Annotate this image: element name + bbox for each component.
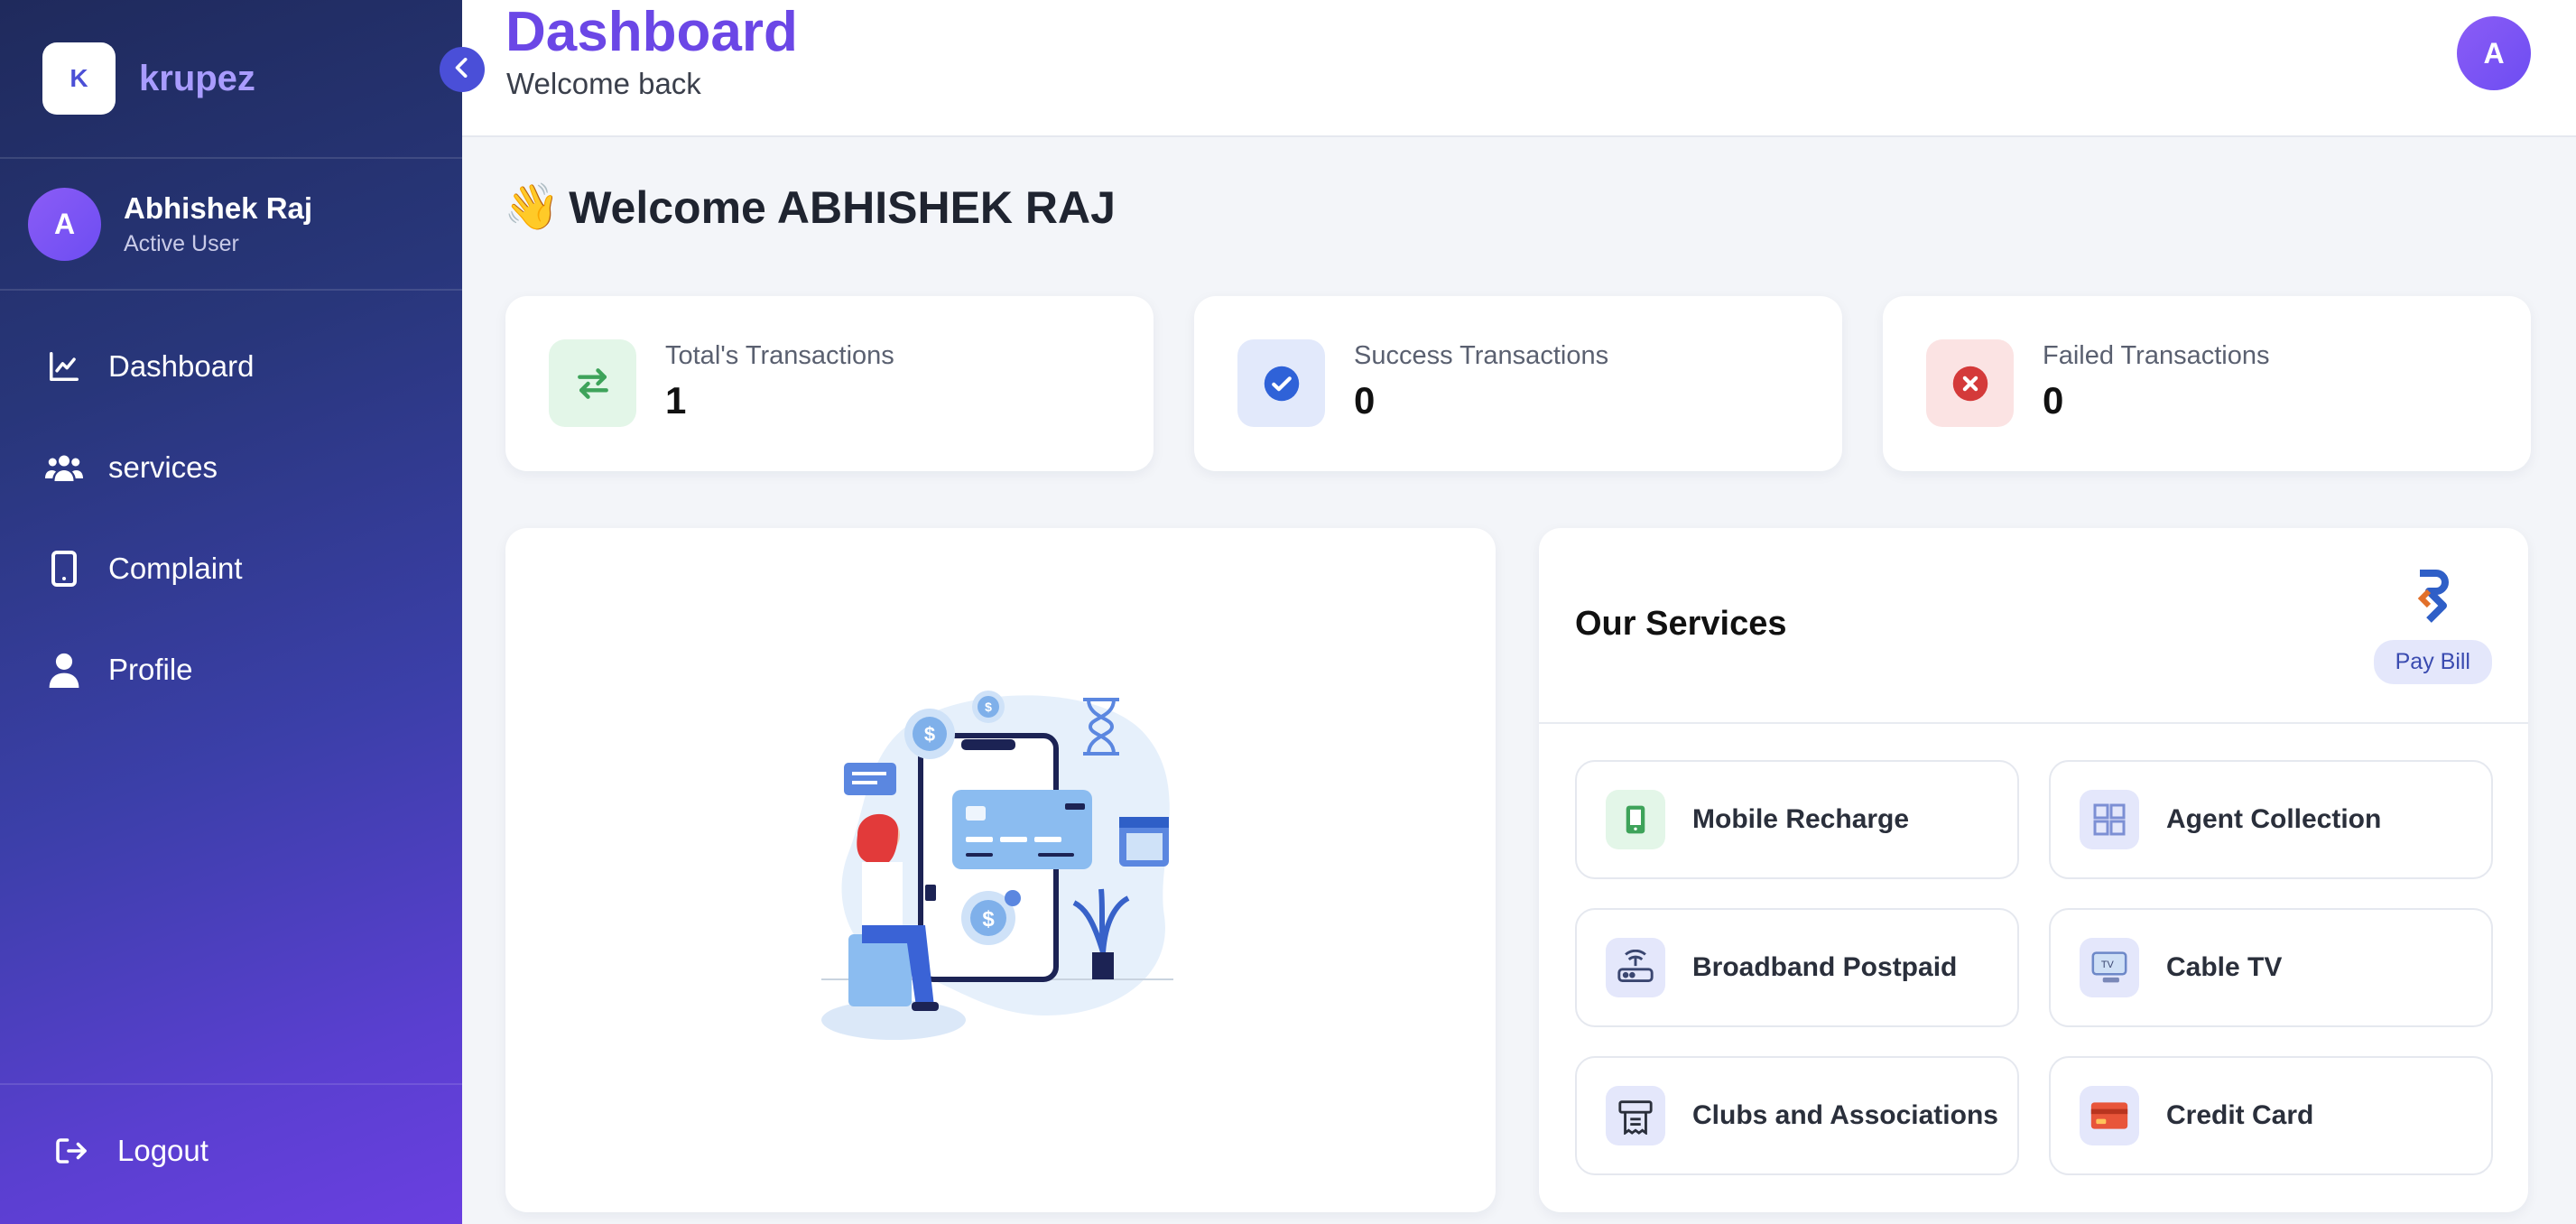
service-label: Broadband Postpaid <box>1692 952 1958 982</box>
mobile-recharge-icon <box>1606 790 1665 849</box>
page-subtitle: Welcome back <box>506 67 701 100</box>
service-credit-card[interactable]: Credit Card <box>2049 1056 2493 1175</box>
stat-label: Total's Transactions <box>665 341 894 370</box>
mobile-icon <box>45 550 83 588</box>
service-mobile-recharge[interactable]: Mobile Recharge <box>1575 760 2019 879</box>
users-icon <box>45 449 83 487</box>
service-label: Agent Collection <box>2166 804 2382 834</box>
sidebar-divider <box>0 289 462 291</box>
swap-arrows-icon <box>549 339 636 427</box>
welcome-text: Welcome ABHISHEK RAJ <box>569 181 1116 233</box>
sidebar-item-label: Complaint <box>108 552 243 585</box>
pay-bill-button[interactable]: Pay Bill <box>2373 569 2492 684</box>
service-label: Clubs and Associations <box>1692 1100 1998 1130</box>
sidebar-item-label: Dashboard <box>108 349 255 383</box>
sidebar-nav: Dashboard services Complaint Profile <box>0 316 462 720</box>
service-label: Credit Card <box>2166 1100 2314 1130</box>
stat-value: 0 <box>2043 379 2064 422</box>
brand-name: krupez <box>139 58 255 98</box>
pay-bill-label: Pay Bill <box>2373 640 2492 684</box>
service-cable-tv[interactable]: TV Cable TV <box>2049 908 2493 1027</box>
logout-label: Logout <box>117 1134 208 1167</box>
payment-illustration: $ $ $ <box>821 691 1173 1040</box>
sidebar-item-label: Profile <box>108 653 193 686</box>
sidebar: K krupez A Abhishek Raj Active User Dash… <box>0 0 462 1224</box>
service-agent-collection[interactable]: Agent Collection <box>2049 760 2493 879</box>
chevron-left-icon <box>453 57 471 82</box>
logout-button[interactable]: Logout <box>52 1132 208 1170</box>
bharat-billpay-icon <box>2414 569 2451 633</box>
stat-label: Failed Transactions <box>2043 341 2270 370</box>
stat-value: 0 <box>1354 379 1376 422</box>
user-icon <box>45 651 83 689</box>
svg-text:$: $ <box>985 700 992 714</box>
sidebar-item-services[interactable]: services <box>0 417 462 518</box>
svg-text:$: $ <box>924 723 935 746</box>
avatar: A <box>28 188 101 261</box>
service-label: Mobile Recharge <box>1692 804 1910 834</box>
svg-text:$: $ <box>982 907 995 932</box>
receipt-icon <box>1606 1086 1665 1145</box>
stat-value: 1 <box>665 379 687 422</box>
services-divider <box>1539 722 2528 724</box>
stat-card-total: Total's Transactions 1 <box>505 296 1154 471</box>
check-circle-icon <box>1237 339 1325 427</box>
service-broadband-postpaid[interactable]: Broadband Postpaid <box>1575 908 2019 1027</box>
x-circle-icon <box>1926 339 2014 427</box>
sidebar-item-dashboard[interactable]: Dashboard <box>0 316 462 417</box>
waving-hand-icon: 👋 <box>504 181 561 232</box>
logout-icon <box>52 1132 90 1170</box>
page-title: Dashboard <box>505 1 798 63</box>
router-icon <box>1606 938 1665 997</box>
sidebar-item-profile[interactable]: Profile <box>0 619 462 720</box>
illustration-card: $ $ $ <box>505 528 1496 1212</box>
service-label: Cable TV <box>2166 952 2283 982</box>
chart-line-icon <box>45 348 83 385</box>
stat-card-failed: Failed Transactions 0 <box>1883 296 2531 471</box>
sidebar-user: A Abhishek Raj Active User <box>28 188 312 261</box>
credit-card-icon <box>2080 1086 2139 1145</box>
sidebar-item-complaint[interactable]: Complaint <box>0 518 462 619</box>
user-name: Abhishek Raj <box>124 191 313 225</box>
service-clubs-associations[interactable]: Clubs and Associations <box>1575 1056 2019 1175</box>
header-avatar[interactable]: A <box>2457 16 2531 90</box>
brand-logo: K <box>42 42 116 115</box>
user-status: Active User <box>124 231 239 256</box>
services-card: Our Services Pay Bill Mobile Recharge Ag… <box>1539 528 2528 1212</box>
top-header: Dashboard Welcome back A <box>462 0 2576 137</box>
sidebar-item-label: services <box>108 450 218 484</box>
tv-icon: TV <box>2080 938 2139 997</box>
agent-collection-icon <box>2080 790 2139 849</box>
svg-text:TV: TV <box>2101 960 2115 970</box>
services-title: Our Services <box>1575 605 1787 643</box>
stat-card-success: Success Transactions 0 <box>1194 296 1842 471</box>
stat-label: Success Transactions <box>1354 341 1609 370</box>
brand[interactable]: K krupez <box>42 42 255 115</box>
sidebar-divider <box>0 157 462 159</box>
collapse-sidebar-button[interactable] <box>440 47 485 92</box>
welcome-heading: 👋 Welcome ABHISHEK RAJ <box>504 181 1116 234</box>
sidebar-divider <box>0 1083 462 1085</box>
